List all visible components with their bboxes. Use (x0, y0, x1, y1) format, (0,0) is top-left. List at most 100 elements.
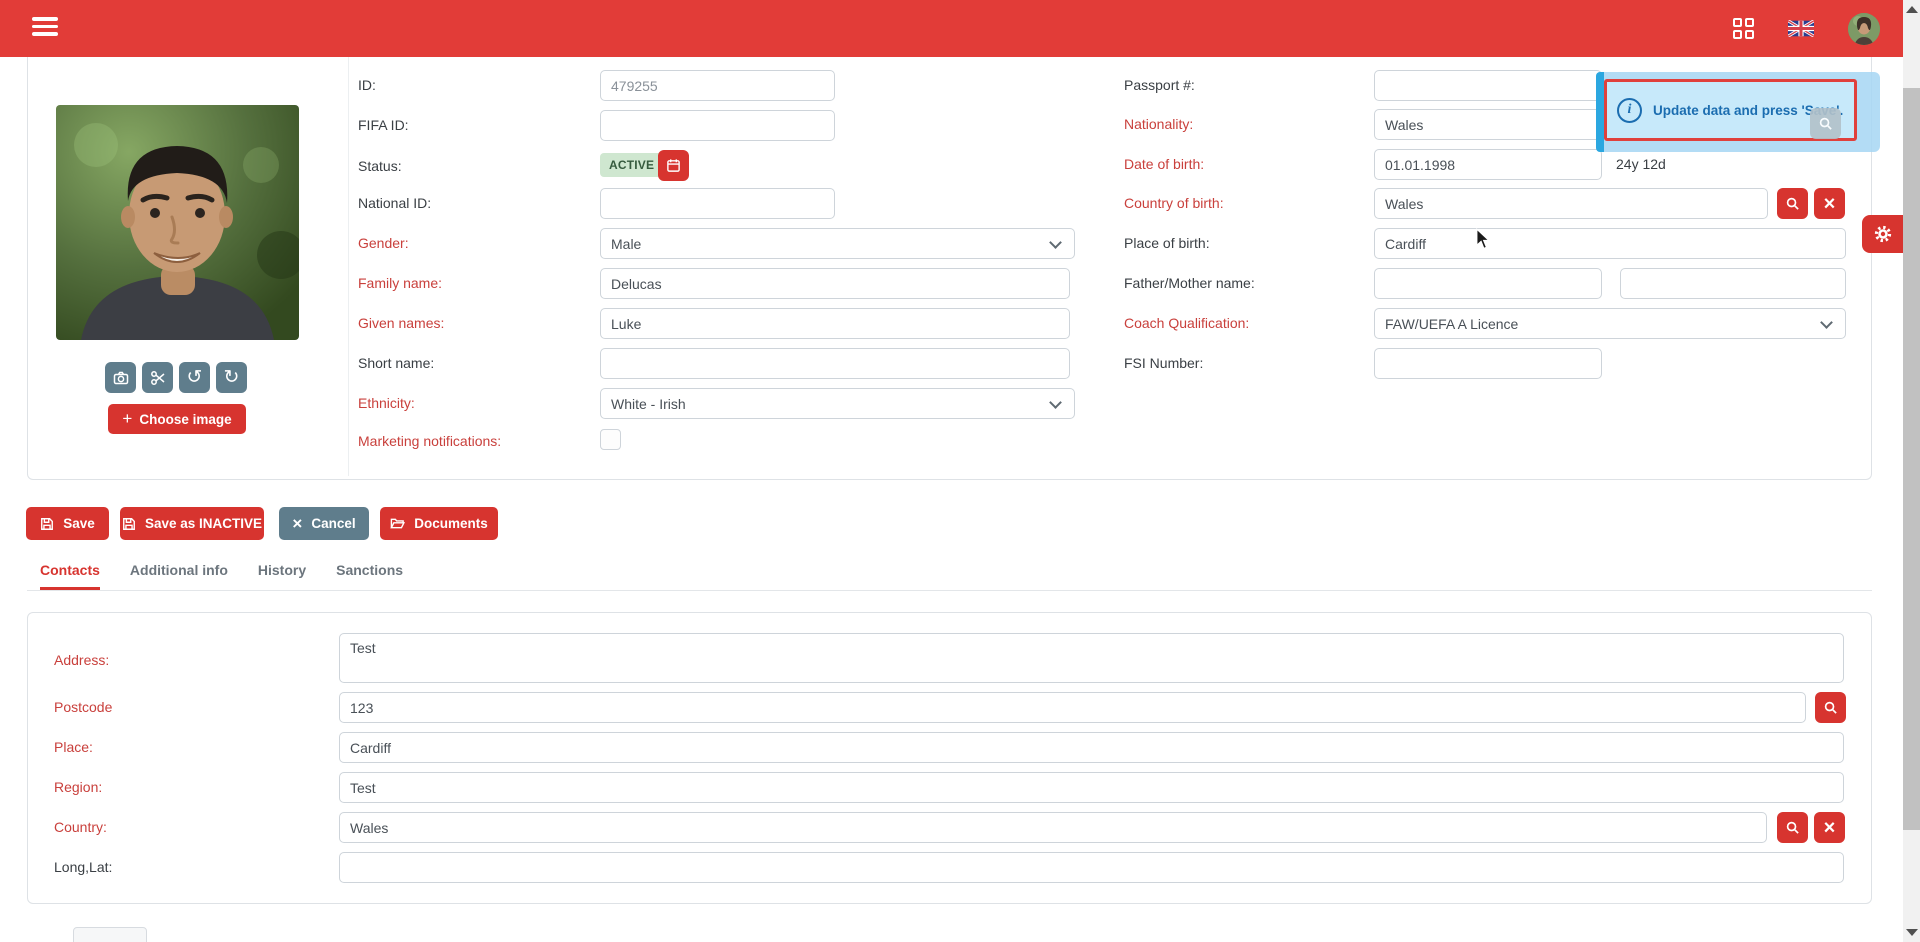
given-names-input[interactable] (600, 308, 1070, 339)
menu-icon[interactable] (32, 17, 60, 39)
country-clear-button[interactable]: × (1814, 812, 1845, 843)
rotate-right-icon: ↻ (224, 368, 240, 387)
search-icon (1785, 196, 1800, 211)
search-icon (1818, 116, 1833, 131)
cancel-button[interactable]: × Cancel (279, 507, 369, 540)
short-name-input[interactable] (600, 348, 1070, 379)
region-input[interactable] (339, 772, 1844, 803)
info-icon: i (1617, 98, 1642, 123)
fsi-number-label: FSI Number: (1124, 355, 1203, 371)
scrollbar-thumb[interactable] (1903, 88, 1920, 830)
save-button[interactable]: Save (26, 507, 109, 540)
date-of-birth-input[interactable] (1374, 149, 1602, 180)
gender-select[interactable]: Male (600, 228, 1075, 259)
national-id-input[interactable] (600, 188, 835, 219)
father-mother-name-label: Father/Mother name: (1124, 275, 1255, 291)
region-label: Region: (54, 779, 102, 795)
ethnicity-select[interactable]: White - Irish (600, 388, 1075, 419)
id-input[interactable] (600, 70, 835, 101)
fifa-id-input[interactable] (600, 110, 835, 141)
chevron-down-icon (1049, 236, 1062, 249)
photo-crop-button[interactable] (142, 362, 173, 393)
tab-additional-info[interactable]: Additional info (130, 562, 228, 590)
id-label: ID: (358, 77, 376, 93)
place-of-birth-label: Place of birth: (1124, 235, 1210, 251)
status-badge: ACTIVE (600, 153, 663, 177)
save-hint-tooltip: i Update data and press 'Save'. (1596, 72, 1880, 152)
country-of-birth-search-button[interactable] (1777, 188, 1808, 219)
postcode-label: Postcode (54, 699, 112, 715)
address-textarea[interactable]: Test (339, 633, 1844, 683)
nationality-search-button[interactable] (1810, 108, 1841, 139)
longlat-label: Long,Lat: (54, 859, 112, 875)
country-label: Country: (54, 819, 107, 835)
coach-qualification-label: Coach Qualification: (1124, 315, 1249, 331)
tab-sanctions[interactable]: Sanctions (336, 562, 403, 590)
photo-rotate-left-button[interactable]: ↺ (179, 362, 210, 393)
save-as-inactive-label: Save as INACTIVE (145, 516, 262, 531)
cancel-x-icon: × (292, 515, 302, 532)
apps-grid-icon[interactable] (1733, 18, 1754, 39)
top-navbar (0, 0, 1920, 57)
country-of-birth-clear-button[interactable]: × (1814, 188, 1845, 219)
ethnicity-value: White - Irish (611, 396, 686, 412)
father-name-input[interactable] (1374, 268, 1602, 299)
mother-name-input[interactable] (1620, 268, 1846, 299)
scrollbar-up-arrow[interactable] (1906, 6, 1918, 13)
nationality-label: Nationality: (1124, 116, 1193, 132)
postcode-search-button[interactable] (1815, 692, 1846, 723)
national-id-label: National ID: (358, 195, 431, 211)
passport-label: Passport #: (1124, 77, 1195, 93)
clear-x-icon: × (1824, 818, 1836, 838)
gear-icon (1872, 223, 1894, 245)
photo-rotate-right-button[interactable]: ↻ (216, 362, 247, 393)
country-of-birth-label: Country of birth: (1124, 195, 1224, 211)
cutoff-element (73, 927, 147, 942)
given-names-label: Given names: (358, 315, 444, 331)
gender-value: Male (611, 236, 641, 252)
choose-image-label: Choose image (139, 412, 231, 427)
fifa-id-label: FIFA ID: (358, 117, 409, 133)
save-icon (122, 517, 136, 531)
documents-button[interactable]: Documents (380, 507, 498, 540)
chevron-down-icon (1820, 316, 1833, 329)
gender-label: Gender: (358, 235, 409, 251)
postcode-input[interactable] (339, 692, 1806, 723)
place-label: Place: (54, 739, 93, 755)
tooltip-accent-bar (1596, 72, 1604, 152)
save-icon (40, 517, 54, 531)
photo-camera-button[interactable] (105, 362, 136, 393)
language-uk-flag-icon[interactable] (1788, 20, 1814, 37)
longlat-input[interactable] (339, 852, 1844, 883)
nationality-input[interactable] (1374, 109, 1602, 140)
country-of-birth-input[interactable] (1374, 188, 1768, 219)
tab-history[interactable]: History (258, 562, 306, 590)
age-text: 24y 12d (1616, 156, 1666, 172)
place-input[interactable] (339, 732, 1844, 763)
photo-form-divider (348, 48, 349, 476)
marketing-notifications-checkbox[interactable] (600, 429, 621, 450)
chevron-down-icon (1049, 396, 1062, 409)
country-search-button[interactable] (1777, 812, 1808, 843)
save-as-inactive-button[interactable]: Save as INACTIVE (120, 507, 264, 540)
detail-tabs: Contacts Additional info History Sanctio… (40, 562, 403, 590)
tabs-divider (27, 590, 1872, 591)
choose-image-button[interactable]: + Choose image (108, 404, 246, 434)
place-of-birth-input[interactable] (1374, 228, 1846, 259)
status-history-button[interactable] (658, 150, 689, 181)
scrollbar-down-arrow[interactable] (1906, 929, 1918, 936)
calendar-icon (666, 158, 681, 173)
tab-contacts[interactable]: Contacts (40, 562, 100, 590)
family-name-input[interactable] (600, 268, 1070, 299)
coach-qualification-select[interactable]: FAW/UEFA A Licence (1374, 308, 1846, 339)
fsi-number-input[interactable] (1374, 348, 1602, 379)
folder-open-icon (390, 516, 405, 531)
plus-icon: + (122, 409, 132, 429)
passport-input[interactable] (1374, 70, 1602, 101)
settings-gear-button[interactable] (1862, 215, 1903, 253)
scrollbar-track[interactable] (1903, 0, 1920, 942)
user-avatar[interactable] (1848, 13, 1880, 45)
app-screen: ↺ ↻ + Choose image ID: FIFA ID: Status: … (0, 0, 1920, 942)
marketing-notifications-label: Marketing notifications: (358, 433, 501, 449)
country-input[interactable] (339, 812, 1767, 843)
